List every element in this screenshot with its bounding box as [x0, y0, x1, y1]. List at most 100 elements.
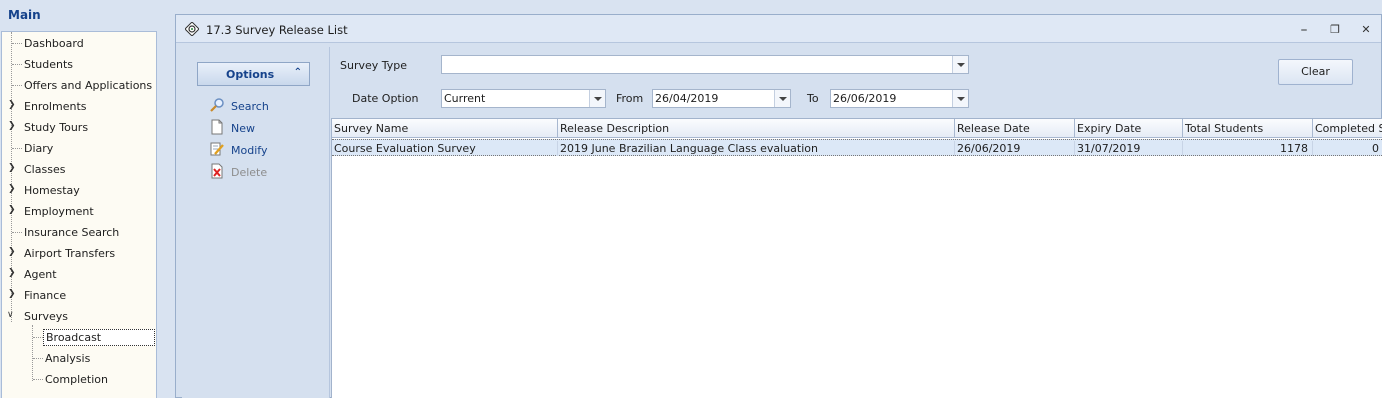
minimize-icon[interactable]: ⎯: [1297, 24, 1311, 36]
tree-connector: [12, 85, 22, 86]
nav-item-employment[interactable]: ❯ Employment: [2, 201, 156, 222]
date-option-dropdown[interactable]: Current: [441, 89, 606, 108]
nav-item-insurance-search[interactable]: Insurance Search: [2, 222, 156, 243]
window-titlebar[interactable]: 17.3 Survey Release List ⎯ ❐ ✕: [176, 15, 1381, 43]
nav-item-enrolments[interactable]: ❯ Enrolments: [2, 96, 156, 117]
column-header-label: Release Date: [957, 122, 1030, 135]
cell-release-date: 26/06/2019: [955, 141, 1075, 156]
column-header-completed-students[interactable]: Completed St: [1313, 119, 1382, 138]
nav-item-analysis[interactable]: Analysis: [2, 348, 156, 369]
column-header-release-date[interactable]: Release Date: [955, 119, 1075, 138]
nav-title: Main: [8, 8, 41, 22]
delete-action-label: Delete: [231, 166, 268, 179]
calendar-dropdown-icon[interactable]: [952, 90, 968, 107]
tree-connector: [12, 232, 22, 233]
table-row[interactable]: Course Evaluation Survey 2019 June Brazi…: [332, 139, 1382, 156]
tree-connector: [33, 358, 43, 359]
chevron-right-icon[interactable]: ❯: [8, 247, 16, 257]
nav-item-homestay[interactable]: ❯ Homestay: [2, 180, 156, 201]
column-header-label: Expiry Date: [1077, 122, 1142, 135]
nav-item-offers-and-applications[interactable]: Offers and Applications: [2, 75, 156, 96]
nav-item-label: Agent: [24, 268, 57, 281]
chevron-right-icon[interactable]: ❯: [8, 289, 16, 299]
nav-item-airport-transfers[interactable]: ❯ Airport Transfers: [2, 243, 156, 264]
close-icon[interactable]: ✕: [1359, 24, 1373, 36]
cell-expiry-date: 31/07/2019: [1075, 141, 1183, 156]
options-header-label: Options: [226, 68, 275, 81]
column-header-label: Survey Name: [334, 122, 409, 135]
nav-item-agent[interactable]: ❯ Agent: [2, 264, 156, 285]
nav-item-dashboard[interactable]: Dashboard: [2, 33, 156, 54]
calendar-dropdown-icon[interactable]: [774, 90, 790, 107]
nav-item-study-tours[interactable]: ❯ Study Tours: [2, 117, 156, 138]
survey-release-list-window: 17.3 Survey Release List ⎯ ❐ ✕ Options ⌃…: [175, 14, 1382, 398]
nav-item-label: Enrolments: [24, 100, 87, 113]
chevron-down-icon[interactable]: ∨: [7, 310, 14, 320]
column-header-label: Completed St: [1315, 122, 1382, 135]
to-label: To: [807, 92, 819, 105]
survey-release-grid[interactable]: Survey Name Release Description Release …: [331, 118, 1382, 398]
nav-item-label: Homestay: [24, 184, 80, 197]
nav-item-classes[interactable]: ❯ Classes: [2, 159, 156, 180]
nav-item-diary[interactable]: Diary: [2, 138, 156, 159]
nav-item-label: Study Tours: [24, 121, 89, 134]
to-date-field[interactable]: 26/06/2019: [830, 89, 969, 108]
modify-action[interactable]: Modify: [209, 141, 319, 159]
nav-item-label: Completion: [45, 373, 109, 386]
cell-text: 2019 June Brazilian Language Class evalu…: [560, 142, 818, 155]
cell-completed-students: 0: [1313, 141, 1382, 156]
options-panel: Options ⌃ Search New Modify Delete: [182, 47, 330, 398]
dropdown-arrow-icon[interactable]: [589, 90, 605, 107]
chevron-right-icon[interactable]: ❯: [8, 100, 16, 110]
delete-action[interactable]: Delete: [209, 163, 319, 181]
new-action-label: New: [231, 122, 255, 135]
new-document-icon: [211, 119, 223, 135]
tree-connector: [33, 337, 43, 338]
nav-item-label: Students: [24, 58, 74, 71]
nav-item-broadcast[interactable]: Broadcast: [2, 327, 156, 348]
tree-connector: [12, 43, 22, 44]
column-header-release-description[interactable]: Release Description: [558, 119, 955, 138]
nav-item-label: Finance: [24, 289, 67, 302]
chevron-right-icon[interactable]: ❯: [8, 205, 16, 215]
restore-icon[interactable]: ❐: [1328, 24, 1342, 36]
chevron-right-icon[interactable]: ❯: [8, 121, 16, 131]
from-date-field[interactable]: 26/04/2019: [652, 89, 791, 108]
date-option-value: Current: [444, 92, 486, 105]
chevron-right-icon[interactable]: ❯: [8, 268, 16, 278]
nav-item-label: Surveys: [24, 310, 68, 323]
navigation-panel: Main Dashboard Students Offers and Appli…: [0, 0, 168, 398]
app-icon: [185, 22, 199, 36]
column-header-survey-name[interactable]: Survey Name: [332, 119, 558, 138]
chevron-right-icon[interactable]: ❯: [8, 163, 16, 173]
window-title: 17.3 Survey Release List: [206, 23, 348, 37]
search-icon: [210, 98, 224, 112]
modify-action-label: Modify: [231, 144, 268, 157]
options-header-button[interactable]: Options ⌃: [197, 62, 310, 86]
chevron-up-icon: ⌃: [293, 67, 302, 78]
cell-survey-name: Course Evaluation Survey: [332, 141, 558, 156]
nav-item-label: Dashboard: [24, 37, 84, 50]
chevron-right-icon[interactable]: ❯: [8, 184, 16, 194]
navigation-tree: Dashboard Students Offers and Applicatio…: [1, 31, 157, 398]
nav-item-completion[interactable]: Completion: [2, 369, 156, 390]
tree-connector: [12, 64, 22, 65]
search-action[interactable]: Search: [209, 97, 319, 115]
column-header-expiry-date[interactable]: Expiry Date: [1075, 119, 1183, 138]
nav-item-label: Broadcast: [43, 329, 155, 346]
tree-connector: [33, 379, 43, 380]
column-header-label: Total Students: [1185, 122, 1264, 135]
nav-item-students[interactable]: Students: [2, 54, 156, 75]
cell-release-description: 2019 June Brazilian Language Class evalu…: [558, 141, 955, 156]
survey-type-dropdown[interactable]: [441, 55, 969, 74]
new-action[interactable]: New: [209, 119, 319, 137]
nav-item-finance[interactable]: ❯ Finance: [2, 285, 156, 306]
to-date-value: 26/06/2019: [833, 92, 897, 105]
nav-item-surveys[interactable]: ∨ Surveys: [2, 306, 156, 327]
column-header-total-students[interactable]: Total Students: [1183, 119, 1313, 138]
cell-text: Course Evaluation Survey: [334, 142, 476, 155]
cell-text: 31/07/2019: [1077, 142, 1141, 155]
clear-button[interactable]: Clear: [1278, 59, 1353, 85]
cell-text: 0: [1372, 142, 1379, 155]
dropdown-arrow-icon[interactable]: [952, 56, 968, 73]
